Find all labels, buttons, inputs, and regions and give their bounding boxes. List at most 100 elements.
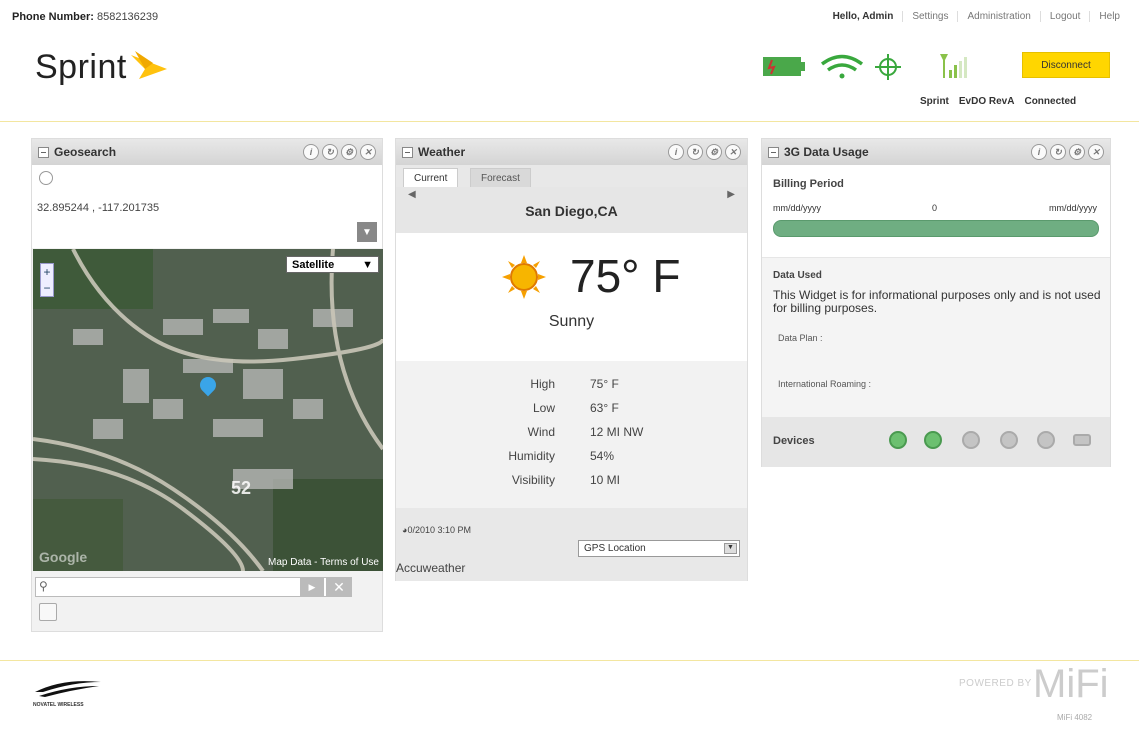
- close-icon[interactable]: ✕: [360, 144, 376, 160]
- usage-progress-bar: [773, 220, 1099, 237]
- info-message: This Widget is for informational purpose…: [773, 288, 1101, 315]
- device-empty-icon: [1037, 431, 1055, 449]
- weather-widget: Weather i ↻ ⚙ ✕ Current Forecast ◀ ▶ San…: [395, 138, 748, 581]
- billing-period: Billing Period mm/dd/yyyy 0 mm/dd/yyyy: [762, 165, 1110, 257]
- close-icon[interactable]: ✕: [1088, 144, 1104, 160]
- billing-label: Billing Period: [773, 178, 844, 190]
- info-icon[interactable]: i: [303, 144, 319, 160]
- expand-dropdown-button[interactable]: ▼: [357, 222, 377, 242]
- data-used-section: Data Used This Widget is for information…: [762, 257, 1110, 417]
- chevron-down-icon: ▼: [724, 543, 737, 554]
- previous-location-icon[interactable]: ◀: [408, 189, 416, 200]
- nav-settings[interactable]: Settings: [902, 11, 957, 22]
- device-connected-icon[interactable]: [889, 431, 907, 449]
- novatel-swoosh-icon: [35, 681, 101, 697]
- my-location-icon[interactable]: [39, 603, 57, 621]
- satellite-map[interactable]: 52 + − Satellite ▼ Google Map Data - Terms…: [33, 249, 383, 571]
- tab-current[interactable]: Current: [403, 168, 459, 187]
- refresh-icon[interactable]: ↻: [687, 144, 703, 160]
- data-usage-titlebar: 3G Data Usage i ↻ ⚙ ✕: [762, 139, 1110, 165]
- detail-label: Low: [532, 401, 555, 415]
- provider-label: Accuweather: [396, 561, 466, 575]
- geosearch-widget: Geosearch i ↻ ⚙ ✕ 32.895244 , -117.20173…: [31, 138, 383, 632]
- phone-label: Phone Number:: [12, 11, 94, 23]
- geosearch-info: 32.895244 , -117.201735 ▼: [32, 165, 382, 248]
- refresh-icon[interactable]: ↻: [322, 144, 338, 160]
- billing-start: mm/dd/yyyy: [773, 203, 822, 213]
- map-terms-link[interactable]: Map Data - Terms of Use: [268, 557, 379, 568]
- weather-titlebar: Weather i ↻ ⚙ ✕: [396, 139, 747, 165]
- powered-by-label: POWERED BY: [959, 678, 1032, 689]
- sun-icon: [502, 255, 546, 299]
- current-temperature: 75° F: [570, 250, 681, 302]
- sprint-wing-icon: [130, 50, 167, 79]
- mifi-model: MiFi 4082: [1057, 713, 1093, 722]
- device-empty-icon: [962, 431, 980, 449]
- search-icon: ⚲: [39, 579, 48, 593]
- disconnect-button[interactable]: Disconnect: [1022, 52, 1110, 78]
- roaming-label: International Roaming :: [778, 379, 872, 389]
- detail-label: Visibility: [511, 473, 555, 487]
- device-connected-icon[interactable]: [924, 431, 942, 449]
- status-icons: [763, 54, 967, 80]
- weather-details: High 75° F Low 63° F Wind 12 MI NW Humidity…: [396, 361, 747, 511]
- zoom-controls[interactable]: + −: [40, 263, 54, 297]
- battery-icon: [763, 57, 805, 76]
- settings-icon[interactable]: ⚙: [341, 144, 357, 160]
- data-plan-label: Data Plan :: [778, 333, 823, 343]
- refresh-icon[interactable]: ↻: [1050, 144, 1066, 160]
- data-used-label: Data Used: [773, 270, 822, 281]
- weather-footer: ◕0/2010 3:10 PM GPS Location ▼ Accuweathe…: [396, 508, 747, 581]
- weather-tabs: Current Forecast: [396, 165, 747, 187]
- location-select[interactable]: GPS Location ▼: [578, 540, 740, 557]
- locate-icon[interactable]: [39, 171, 53, 185]
- phone-number: Phone Number: 8582136239: [12, 11, 158, 23]
- geosearch-titlebar: Geosearch i ↻ ⚙ ✕: [32, 139, 382, 165]
- connection-label: Connected: [1024, 96, 1077, 107]
- settings-icon[interactable]: ⚙: [706, 144, 722, 160]
- map-type-select[interactable]: Satellite ▼: [286, 256, 379, 273]
- search-go-button[interactable]: ▶: [300, 577, 324, 597]
- detail-label: High: [530, 377, 555, 391]
- close-icon[interactable]: ✕: [725, 144, 741, 160]
- nav-help[interactable]: Help: [1089, 11, 1129, 22]
- coordinates: 32.895244 , -117.201735: [37, 202, 160, 214]
- greeting: Hello, Admin: [832, 11, 894, 22]
- gps-icon: [875, 54, 901, 80]
- collapse-icon[interactable]: [768, 146, 779, 158]
- devices-section: Devices: [762, 417, 1110, 467]
- nav-logout[interactable]: Logout: [1039, 11, 1090, 22]
- data-usage-widget: 3G Data Usage i ↻ ⚙ ✕ Billing Period mm/…: [761, 138, 1111, 467]
- novatel-logo: NOVATEL WIRELESS: [33, 676, 103, 708]
- chevron-down-icon: ▼: [362, 258, 373, 271]
- top-navigation: Hello, Admin Settings Administration Log…: [824, 11, 1129, 22]
- geosearch-title: Geosearch: [54, 145, 117, 159]
- weather-title: Weather: [418, 145, 466, 159]
- search-clear-button[interactable]: ✕: [326, 577, 352, 597]
- updated-time-text: 0/2010 3:10 PM: [407, 525, 471, 535]
- header-divider: [0, 121, 1139, 122]
- signal-icon: [940, 54, 967, 78]
- data-usage-title: 3G Data Usage: [784, 145, 869, 159]
- map-type-label: Satellite: [292, 258, 335, 271]
- info-icon[interactable]: i: [668, 144, 684, 160]
- detail-label: Wind: [527, 425, 555, 439]
- brand-name: Sprint: [35, 48, 127, 86]
- next-location-icon[interactable]: ▶: [727, 189, 735, 200]
- novatel-tagline: NOVATEL WIRELESS: [33, 702, 84, 708]
- map-imagery: 52: [33, 249, 383, 571]
- connection-status: Sprint EvDO RevA Connected: [920, 96, 1076, 107]
- collapse-icon[interactable]: [38, 146, 49, 158]
- nav-administration[interactable]: Administration: [957, 11, 1039, 22]
- billing-end: mm/dd/yyyy: [1048, 203, 1097, 213]
- info-icon[interactable]: i: [1031, 144, 1047, 160]
- detail-label: Humidity: [508, 449, 555, 463]
- detail-value: 75° F: [590, 377, 619, 391]
- collapse-icon[interactable]: [402, 146, 413, 158]
- mifi-logo: MiFi: [1033, 662, 1109, 706]
- tab-forecast[interactable]: Forecast: [470, 168, 531, 187]
- settings-icon[interactable]: ⚙: [1069, 144, 1085, 160]
- location-select-value: GPS Location: [584, 543, 646, 554]
- detail-value: 12 MI NW: [590, 425, 644, 439]
- svg-text:52: 52: [231, 478, 251, 498]
